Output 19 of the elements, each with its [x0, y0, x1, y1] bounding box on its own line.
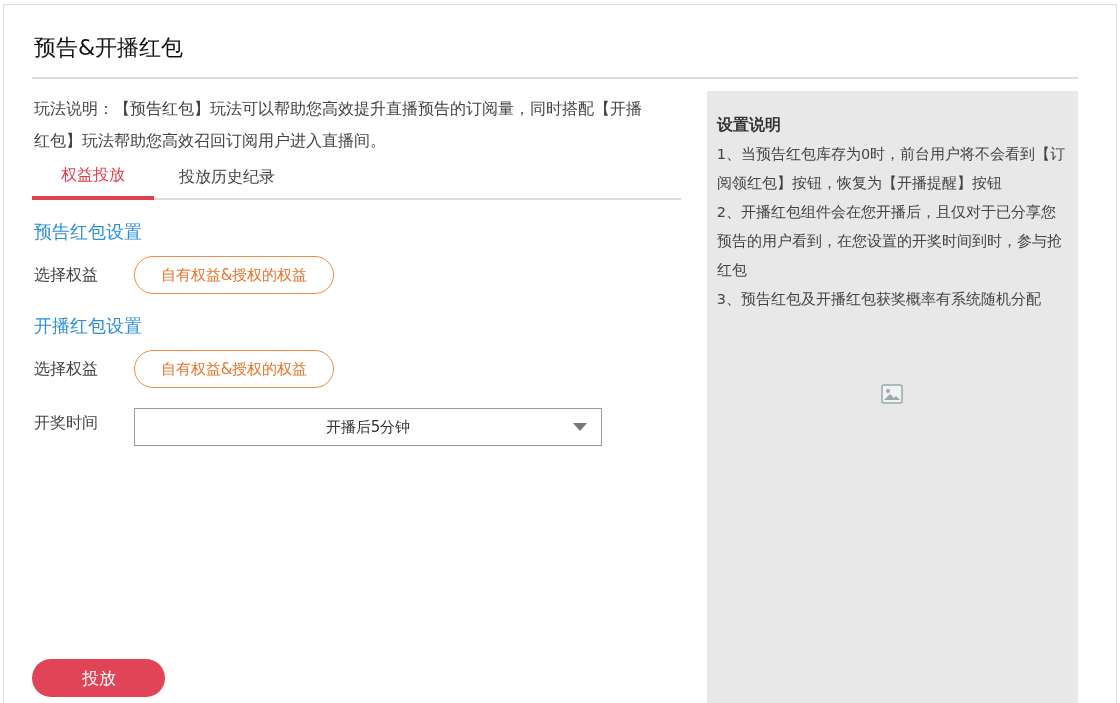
field-label: 开奖时间	[33, 412, 99, 434]
field-label: 选择权益	[33, 358, 99, 380]
field-label: 选择权益	[33, 264, 99, 286]
tab[interactable]: 权益投放	[32, 159, 154, 200]
section-heading: 预告红包设置	[34, 220, 143, 244]
dropdown-field[interactable]: 开播后5分钟	[134, 408, 602, 446]
section-heading: 开播红包设置	[34, 314, 143, 338]
note-text: 1、当预告红包库存为0时，前台用户将不会看到【订阅领红包】按钮，恢复为【开播提醒】按钮	[716, 145, 1067, 193]
caret-icon	[573, 423, 587, 431]
benefit-button[interactable]: 自有权益&授权的权益	[134, 350, 334, 388]
tab[interactable]: 投放历史纪录	[154, 159, 300, 200]
description-text: 玩法说明：【预告红包】玩法可以帮助您高效提升直播预告的订阅量，同时搭配【开播红包】玩法帮助您高效召回订阅用户进入直播间。	[34, 98, 643, 152]
page-title: 预告&开播红包	[32, 33, 1078, 79]
note-text: 2、开播红包组件会在您开播后，且仅对于已分享您预告的用户看到，在您设置的开奖时间到时，参与抢红包	[716, 203, 1063, 280]
note-text: 3、预告红包及开播红包获奖概率有系统随机分配	[716, 290, 1042, 309]
panel-heading: 设置说明	[716, 115, 782, 136]
image-icon	[881, 384, 904, 404]
benefit-button[interactable]: 自有权益&授权的权益	[134, 256, 334, 294]
submit-button[interactable]: 投放	[32, 659, 165, 697]
